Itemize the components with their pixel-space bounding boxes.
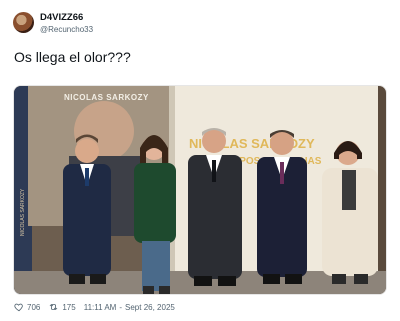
heart-icon — [14, 303, 23, 312]
profile-avatar-icon[interactable] — [13, 12, 34, 33]
tweet-actions-bar: 706 175 11:11 AM - Sept 26, 2025 — [14, 301, 175, 313]
author-handle[interactable]: @Recuncho33 — [40, 24, 93, 35]
author-block: D4VIZZ66 @Recuncho33 — [40, 12, 93, 35]
separator-dot: - — [119, 302, 123, 312]
like-button[interactable]: 706 — [14, 302, 40, 312]
retweet-count: 175 — [62, 302, 76, 312]
author-display-name[interactable]: D4VIZZ66 — [40, 12, 93, 23]
tweet-text: Os llega el olor??? — [14, 49, 131, 65]
poster-name-text: NICOLAS SARKOZY — [64, 93, 149, 102]
poster-spine-text: NICOLAS SARKOZY — [20, 188, 26, 236]
tweet-photo[interactable]: NICOLAS SARKOZY NICOLAS SARKOZY NICOLAS … — [13, 85, 387, 295]
like-count: 706 — [27, 302, 41, 312]
tweet-date[interactable]: Sept 26, 2025 — [125, 303, 175, 312]
retweet-icon — [50, 304, 58, 310]
tweet-card: D4VIZZ66 @Recuncho33 Os llega el olor???… — [0, 0, 400, 321]
retweet-button[interactable]: 175 — [48, 302, 76, 312]
tweet-time[interactable]: 11:11 AM — [84, 303, 117, 312]
